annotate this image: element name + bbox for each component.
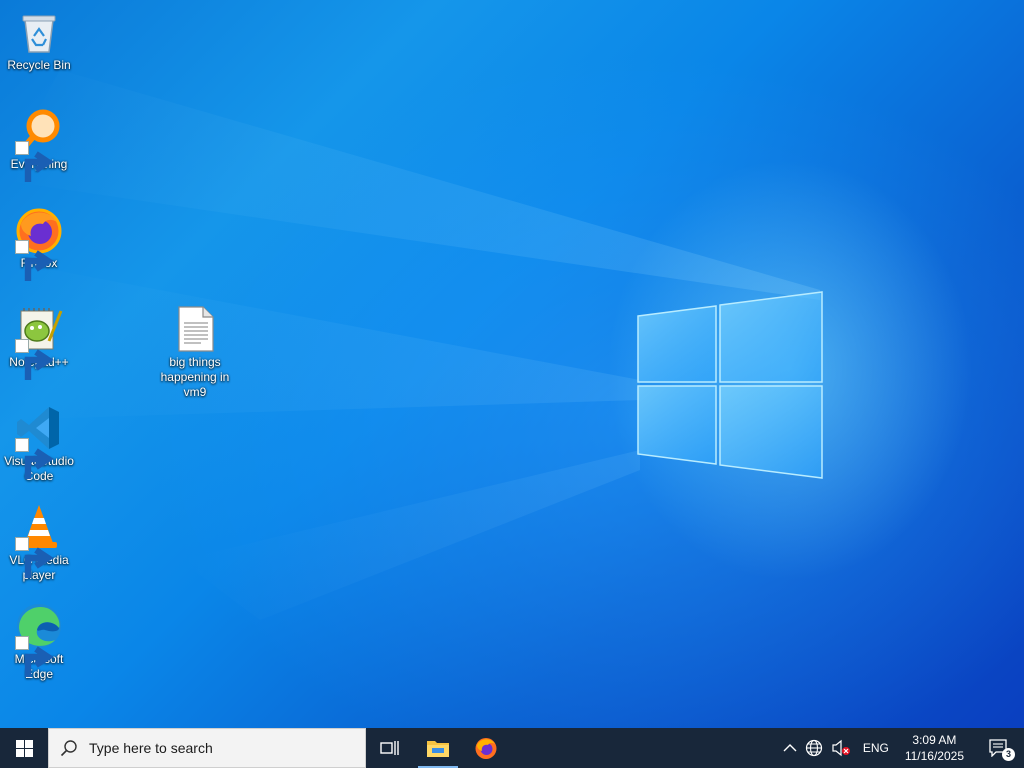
show-hidden-icons-button[interactable] xyxy=(779,728,801,768)
globe-network-icon xyxy=(805,739,822,757)
recycle-bin-icon xyxy=(15,8,63,56)
desktop-icon-recycle-bin[interactable]: Recycle Bin xyxy=(0,8,78,73)
desktop-icon-vlc[interactable]: VLC media player xyxy=(0,503,78,583)
desktop-icon-label: big things happening in vm9 xyxy=(160,355,230,399)
folder-icon xyxy=(427,741,449,757)
taskbar-file-explorer-button[interactable] xyxy=(414,728,462,768)
system-tray: ENG 3:09 AM 11/16/2025 3 xyxy=(779,728,1024,768)
notification-center-button[interactable]: 3 xyxy=(972,728,1024,768)
task-view-icon xyxy=(380,741,399,755)
notification-count-badge: 3 xyxy=(1002,748,1015,761)
volume-muted-icon xyxy=(832,739,850,757)
chevron-up-icon xyxy=(783,744,797,752)
network-button[interactable] xyxy=(801,728,827,768)
shortcut-arrow-icon xyxy=(15,141,54,182)
notepadpp-icon xyxy=(15,305,63,380)
task-view-button[interactable] xyxy=(366,728,414,768)
desktop-icon-notepadpp[interactable]: Notepad++ xyxy=(0,305,78,380)
clock-time: 3:09 AM xyxy=(912,733,957,747)
edge-icon xyxy=(15,602,63,677)
vlc-icon xyxy=(15,503,63,578)
taskbar-search-box[interactable]: Type here to search xyxy=(48,728,366,768)
desktop-icon-label: Recycle Bin xyxy=(7,58,71,72)
search-icon xyxy=(49,739,89,757)
windows-wallpaper-logo xyxy=(637,291,823,479)
clock-button[interactable]: 3:09 AM 11/16/2025 xyxy=(897,728,972,768)
desktop-icon-text-file[interactable]: big things happening in vm9 xyxy=(156,305,234,400)
firefox-icon xyxy=(15,206,63,281)
volume-button[interactable] xyxy=(827,728,855,768)
desktop-icon-firefox[interactable]: Firefox xyxy=(0,206,78,281)
input-language-button[interactable]: ENG xyxy=(855,728,897,768)
search-placeholder: Type here to search xyxy=(89,740,213,756)
clock-date: 11/16/2025 xyxy=(904,749,964,763)
everything-search-icon xyxy=(15,107,63,182)
text-file-icon xyxy=(171,305,219,353)
shortcut-arrow-icon xyxy=(15,339,54,380)
desktop-icon-vscode[interactable]: Visual Studio Code xyxy=(0,404,78,484)
start-button[interactable] xyxy=(0,728,48,768)
shortcut-arrow-icon xyxy=(15,636,54,677)
wallpaper-light-beams xyxy=(0,70,820,620)
taskbar: Type here to search ENG 3:09 AM 11/16/20… xyxy=(0,728,1024,768)
shortcut-arrow-icon xyxy=(15,438,54,479)
vscode-icon xyxy=(15,404,63,479)
desktop-icon-everything[interactable]: Everything xyxy=(0,107,78,182)
firefox-icon xyxy=(475,738,497,759)
shortcut-arrow-icon xyxy=(15,240,54,281)
shortcut-arrow-icon xyxy=(15,537,54,578)
taskbar-firefox-button[interactable] xyxy=(462,728,510,768)
desktop[interactable]: Recycle Bin Everything Firefox Notepad++… xyxy=(0,0,1024,728)
windows-start-icon xyxy=(15,739,33,757)
desktop-icon-edge[interactable]: Microsoft Edge xyxy=(0,602,78,682)
